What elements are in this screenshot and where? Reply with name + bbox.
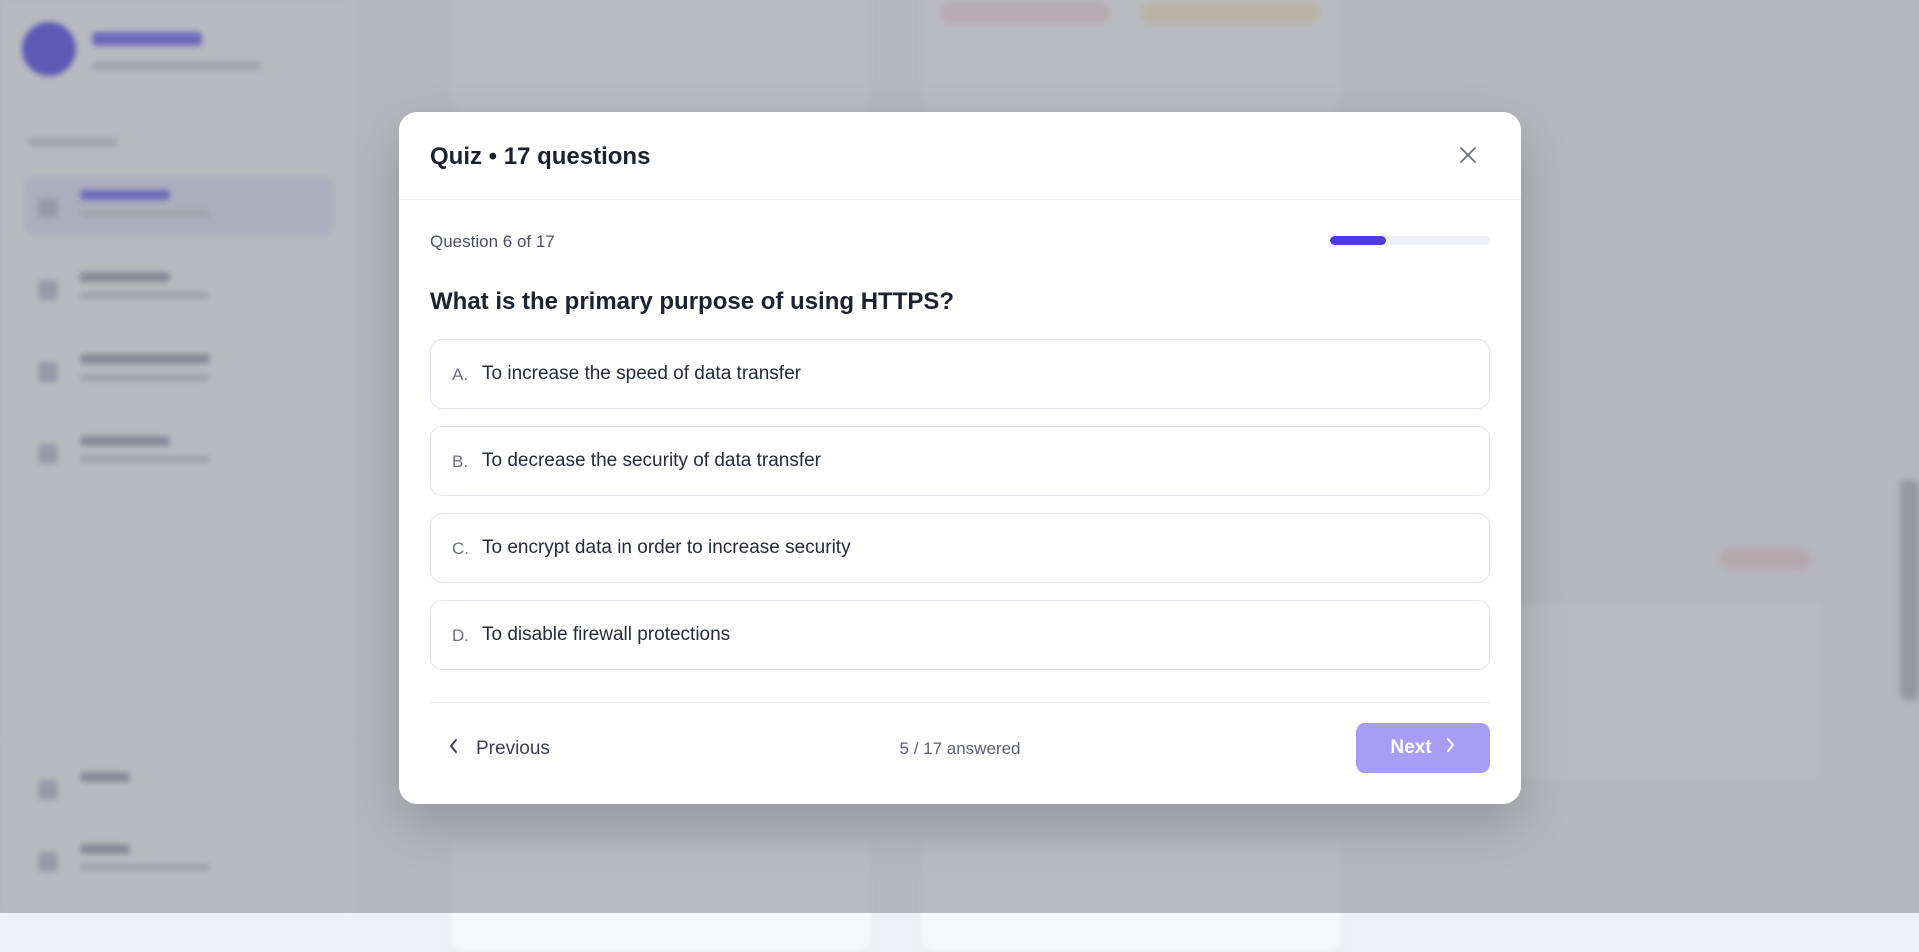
modal-header: Quiz • 17 questions [399, 112, 1521, 200]
footer-divider [430, 702, 1490, 703]
chevron-right-icon [1444, 737, 1456, 759]
next-label: Next [1390, 737, 1432, 758]
question-counter: Question 6 of 17 [430, 232, 555, 251]
option-text: To decrease the security of data transfe… [482, 450, 822, 471]
modal-title: Quiz • 17 questions [430, 143, 651, 170]
option-text: To disable firewall protections [482, 624, 731, 645]
option-letter: C. [452, 539, 469, 558]
answered-status: 5 / 17 answered [899, 739, 1021, 758]
option-text: To increase the speed of data transfer [482, 363, 801, 384]
progress-bar-fill [1330, 236, 1386, 245]
answer-option-c[interactable]: C. To encrypt data in order to increase … [430, 513, 1490, 583]
question-text: What is the primary purpose of using HTT… [430, 288, 955, 315]
answer-option-a[interactable]: A. To increase the speed of data transfe… [430, 339, 1490, 409]
answer-option-b[interactable]: B. To decrease the security of data tran… [430, 426, 1490, 496]
progress-bar [1330, 236, 1490, 245]
option-letter: B. [452, 452, 469, 471]
option-text: To encrypt data in order to increase sec… [482, 537, 851, 558]
quiz-modal: Quiz • 17 questions Question 6 of 17 Wha… [399, 112, 1521, 804]
option-letter: D. [452, 626, 469, 645]
answer-options: A. To increase the speed of data transfe… [430, 339, 1490, 687]
close-button[interactable] [1455, 144, 1481, 170]
close-icon [1458, 145, 1478, 170]
next-button[interactable]: Next [1356, 723, 1490, 773]
answer-option-d[interactable]: D. To disable firewall protections [430, 600, 1490, 670]
option-letter: A. [452, 365, 469, 384]
